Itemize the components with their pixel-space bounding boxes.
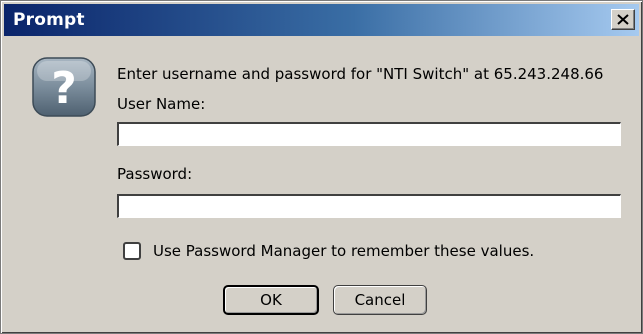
password-input[interactable] xyxy=(117,194,621,218)
password-label: Password: xyxy=(117,165,193,183)
svg-text:?: ? xyxy=(51,63,77,114)
remember-checkbox-label[interactable]: Use Password Manager to remember these v… xyxy=(153,242,534,260)
remember-checkbox[interactable] xyxy=(123,242,141,260)
dialog-title: Prompt xyxy=(13,10,85,30)
cancel-button[interactable]: Cancel xyxy=(333,285,427,315)
username-label: User Name: xyxy=(117,95,206,113)
title-bar[interactable]: Prompt xyxy=(4,4,639,36)
prompt-message: Enter username and password for "NTI Swi… xyxy=(117,65,604,83)
close-icon xyxy=(617,14,629,25)
question-mark-icon: ? xyxy=(32,57,96,117)
ok-button[interactable]: OK xyxy=(223,285,319,315)
prompt-dialog: Prompt ? Enter username and password for… xyxy=(0,0,643,334)
close-button[interactable] xyxy=(611,9,635,30)
username-input[interactable] xyxy=(117,122,621,146)
